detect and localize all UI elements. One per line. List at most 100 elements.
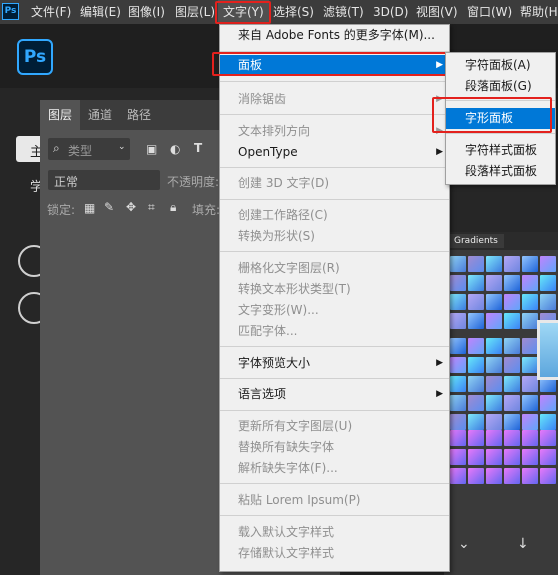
gradient-swatch[interactable] — [468, 395, 484, 411]
gradient-swatch[interactable] — [540, 414, 556, 430]
gradient-swatch[interactable] — [540, 449, 556, 465]
gradient-swatch[interactable] — [486, 256, 502, 272]
gradient-swatch[interactable] — [450, 395, 466, 411]
gradient-swatch[interactable] — [522, 256, 538, 272]
gradient-swatch[interactable] — [504, 357, 520, 373]
submenu-item-character-styles-panel[interactable]: 字符样式面板 — [446, 140, 555, 161]
gradient-swatch[interactable] — [486, 376, 502, 392]
tab-paths[interactable]: 路径 — [119, 100, 159, 130]
gradient-swatch[interactable] — [504, 256, 520, 272]
gradient-swatch[interactable] — [450, 256, 466, 272]
gradient-swatch[interactable] — [468, 275, 484, 291]
gradient-swatch[interactable] — [504, 313, 520, 329]
gradient-swatch[interactable] — [486, 275, 502, 291]
gradient-swatch[interactable] — [486, 395, 502, 411]
gradient-swatch[interactable] — [486, 414, 502, 430]
gradient-swatch[interactable] — [486, 313, 502, 329]
type-filter-icon[interactable]: T — [194, 141, 202, 155]
gradient-swatch[interactable] — [450, 468, 466, 484]
menu-edit[interactable]: 编辑(E) — [80, 0, 121, 24]
gradient-swatch[interactable] — [540, 395, 556, 411]
gradient-swatch[interactable] — [522, 294, 538, 310]
gradient-swatch[interactable] — [486, 430, 502, 446]
lock-transparent-icon[interactable]: ▦ — [84, 201, 95, 215]
gradient-swatch[interactable] — [450, 313, 466, 329]
menu-select[interactable]: 选择(S) — [273, 0, 314, 24]
gradient-swatch[interactable] — [486, 357, 502, 373]
gradient-swatch[interactable] — [522, 376, 538, 392]
submenu-item-character-panel[interactable]: 字符面板(A) — [446, 55, 555, 76]
gradient-swatch[interactable] — [486, 338, 502, 354]
gradient-swatch[interactable] — [504, 395, 520, 411]
gradient-swatch[interactable] — [450, 449, 466, 465]
gradient-swatch[interactable] — [504, 338, 520, 354]
layer-filter-select[interactable]: ⌕ 类型 ⌄ — [48, 138, 130, 160]
tab-gradients[interactable]: Gradients — [448, 234, 504, 248]
gradient-swatch[interactable] — [522, 395, 538, 411]
menu-item-language-options[interactable]: 语言选项 ▶ — [220, 384, 449, 405]
gradient-swatch[interactable] — [540, 294, 556, 310]
gradient-swatch[interactable] — [504, 376, 520, 392]
menu-view[interactable]: 视图(V) — [416, 0, 458, 24]
gradient-swatch[interactable] — [504, 468, 520, 484]
image-filter-icon[interactable]: ▣ — [146, 142, 157, 156]
menu-help[interactable]: 帮助(H) — [520, 0, 558, 24]
gradient-swatch[interactable] — [450, 338, 466, 354]
gradient-swatch[interactable] — [468, 376, 484, 392]
menu-item-panels[interactable]: 面板 ▶ — [220, 55, 449, 76]
gradient-swatch[interactable] — [522, 414, 538, 430]
gradient-swatch[interactable] — [468, 430, 484, 446]
submenu-item-paragraph-styles-panel[interactable]: 段落样式面板 — [446, 161, 555, 182]
menu-3d[interactable]: 3D(D) — [373, 0, 408, 24]
gradient-swatch[interactable] — [504, 294, 520, 310]
arrow-down-icon[interactable]: ↓ — [517, 536, 529, 552]
gradient-swatch[interactable] — [540, 468, 556, 484]
gradient-swatch[interactable] — [540, 430, 556, 446]
tab-channels[interactable]: 通道 — [80, 100, 120, 130]
tab-layers[interactable]: 图层 — [40, 100, 81, 130]
gradient-swatch[interactable] — [468, 313, 484, 329]
menu-item-opentype[interactable]: OpenType ▶ — [220, 142, 449, 163]
gradient-swatch[interactable] — [486, 294, 502, 310]
photoshop-app-icon[interactable]: Ps — [2, 3, 19, 20]
gradient-swatch[interactable] — [468, 414, 484, 430]
gradient-swatch[interactable] — [504, 275, 520, 291]
gradient-swatch[interactable] — [450, 430, 466, 446]
menu-file[interactable]: 文件(F) — [31, 0, 71, 24]
menu-item-font-preview-size[interactable]: 字体预览大小 ▶ — [220, 353, 449, 374]
gradient-swatch[interactable] — [540, 275, 556, 291]
lock-move-icon[interactable]: ✥ — [126, 200, 136, 214]
gradient-swatch[interactable] — [522, 275, 538, 291]
gradient-swatch[interactable] — [468, 449, 484, 465]
menu-item-adobe-fonts[interactable]: 来自 Adobe Fonts 的更多字体(M)... — [220, 25, 449, 46]
gradient-swatch[interactable] — [486, 468, 502, 484]
gradient-swatch[interactable] — [504, 449, 520, 465]
lock-paint-icon[interactable]: ✎ — [104, 200, 114, 214]
lock-all-icon[interactable]: 🔒︎ — [170, 200, 176, 215]
submenu-item-glyphs-panel[interactable]: 字形面板 — [446, 108, 555, 129]
gradient-swatch[interactable] — [468, 468, 484, 484]
gradient-swatch[interactable] — [486, 449, 502, 465]
gradient-swatch[interactable] — [468, 256, 484, 272]
menu-type[interactable]: 文字(Y) — [218, 0, 269, 24]
gradient-swatch[interactable] — [468, 357, 484, 373]
gradient-swatch[interactable] — [522, 449, 538, 465]
lock-artboard-icon[interactable]: ⌗ — [148, 200, 155, 215]
menu-window[interactable]: 窗口(W) — [467, 0, 512, 24]
menu-filter[interactable]: 滤镜(T) — [323, 0, 364, 24]
gradient-swatch[interactable] — [450, 357, 466, 373]
gradient-swatch[interactable] — [522, 430, 538, 446]
gradient-swatch[interactable] — [540, 256, 556, 272]
blend-mode-select[interactable]: 正常 — [48, 170, 160, 190]
gradient-swatch[interactable] — [468, 294, 484, 310]
gradient-swatch[interactable] — [522, 468, 538, 484]
submenu-item-paragraph-panel[interactable]: 段落面板(G) — [446, 76, 555, 97]
gradient-swatch[interactable] — [450, 275, 466, 291]
chevron-down-icon[interactable]: ⌄ — [458, 536, 470, 552]
gradient-swatch[interactable] — [450, 376, 466, 392]
gradient-swatch[interactable] — [522, 357, 538, 373]
gradient-swatch[interactable] — [522, 338, 538, 354]
menu-layer[interactable]: 图层(L) — [175, 0, 215, 24]
gradient-swatch[interactable] — [504, 430, 520, 446]
gradient-swatch[interactable] — [468, 338, 484, 354]
